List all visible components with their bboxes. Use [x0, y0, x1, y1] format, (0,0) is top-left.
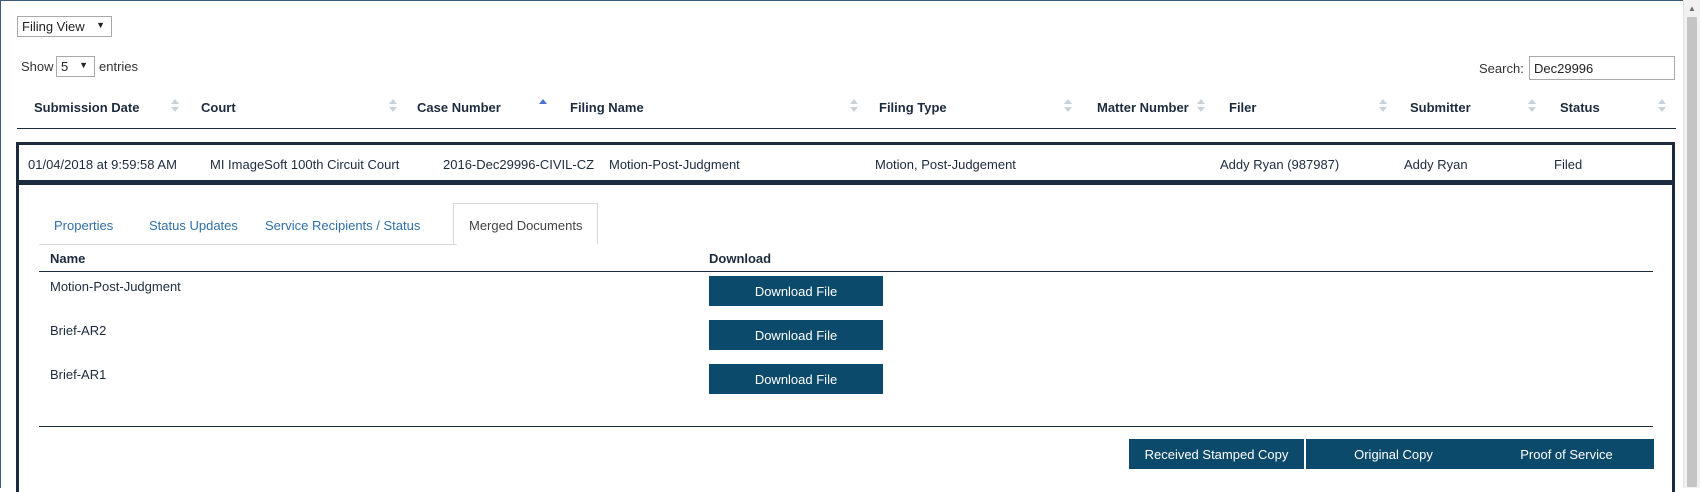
document-name: Brief-AR2 [50, 323, 107, 338]
sort-icon[interactable] [1197, 98, 1205, 114]
sort-icon[interactable] [1528, 98, 1536, 114]
original-copy-button[interactable]: Original Copy [1306, 439, 1481, 469]
column-header-filing-name[interactable]: Filing Name [570, 100, 644, 115]
vertical-scrollbar[interactable]: ▲ [1683, 0, 1700, 488]
column-header-court[interactable]: Court [201, 100, 236, 115]
tab-status-updates[interactable]: Status Updates [149, 203, 238, 245]
list-item: Brief-AR1 Download File [39, 360, 1653, 400]
proof-of-service-button[interactable]: Proof of Service [1479, 439, 1654, 469]
search-input[interactable] [1529, 56, 1675, 80]
download-file-button[interactable]: Download File [709, 320, 883, 350]
table-header: Submission Date Court Case Number Filing… [17, 94, 1676, 129]
cell-filing-name: Motion-Post-Judgment [609, 157, 740, 172]
view-select-value: Filing View [22, 19, 85, 34]
sort-icon[interactable] [171, 98, 179, 114]
download-file-button[interactable]: Download File [709, 276, 883, 306]
column-header-matter-number[interactable]: Matter Number [1097, 100, 1189, 115]
scrollbar-thumb[interactable] [1687, 17, 1697, 487]
entries-label: entries [99, 59, 139, 74]
document-name: Motion-Post-Judgment [50, 279, 181, 294]
sort-icon[interactable] [1658, 98, 1666, 114]
document-name: Brief-AR1 [50, 367, 107, 382]
entries-select-value: 5 [61, 59, 69, 74]
column-header-case-number[interactable]: Case Number [417, 100, 501, 115]
column-header-submitter[interactable]: Submitter [1410, 100, 1471, 115]
documents-bottom-divider [39, 426, 1653, 427]
sort-ascending-icon[interactable] [539, 98, 547, 114]
cell-filer: Addy Ryan (987987) [1220, 157, 1340, 172]
tab-merged-documents[interactable]: Merged Documents [453, 203, 599, 245]
cell-filing-type: Motion, Post-Judgement [875, 157, 1016, 172]
column-header-status[interactable]: Status [1560, 100, 1600, 115]
cell-status: Filed [1554, 157, 1583, 172]
cell-court: MI ImageSoft 100th Circuit Court [210, 157, 400, 172]
chevron-down-icon: ▼ [96, 20, 105, 30]
sort-icon[interactable] [1064, 98, 1072, 114]
received-stamped-copy-button[interactable]: Received Stamped Copy [1129, 439, 1304, 469]
view-select[interactable]: Filing View ▼ [17, 16, 112, 37]
sort-icon[interactable] [850, 98, 858, 114]
documents-download-header: Download [709, 251, 772, 266]
cell-case-number: 2016-Dec29996-CIVIL-CZ [443, 157, 595, 172]
scroll-up-arrow-icon[interactable]: ▲ [1684, 0, 1700, 16]
sort-icon[interactable] [1379, 98, 1387, 114]
tabs-divider [39, 244, 457, 245]
sort-icon[interactable] [389, 98, 397, 114]
documents-table-header: Name Download [39, 248, 1653, 272]
cell-submission-date: 01/04/2018 at 9:59:58 AM [28, 157, 177, 172]
column-header-submission-date[interactable]: Submission Date [34, 100, 139, 115]
tab-properties[interactable]: Properties [54, 203, 113, 245]
show-label: Show [21, 59, 54, 74]
detail-tabs: Properties Status Updates Service Recipi… [39, 203, 1659, 245]
table-row[interactable]: 01/04/2018 at 9:59:58 AM MI ImageSoft 10… [16, 142, 1675, 183]
list-item: Brief-AR2 Download File [39, 316, 1653, 356]
cell-submitter: Addy Ryan [1404, 157, 1468, 172]
search-label: Search: [1479, 61, 1524, 76]
column-header-filing-type[interactable]: Filing Type [879, 100, 947, 115]
list-item: Motion-Post-Judgment Download File [39, 272, 1653, 312]
column-header-filer[interactable]: Filer [1229, 100, 1256, 115]
documents-name-header: Name [50, 251, 86, 266]
entries-select[interactable]: 5 ▼ [56, 56, 95, 77]
chevron-down-icon: ▼ [79, 60, 88, 70]
filing-detail-panel: Properties Status Updates Service Recipi… [16, 182, 1675, 492]
tab-service-recipients[interactable]: Service Recipients / Status [265, 203, 420, 245]
download-file-button[interactable]: Download File [709, 364, 883, 394]
